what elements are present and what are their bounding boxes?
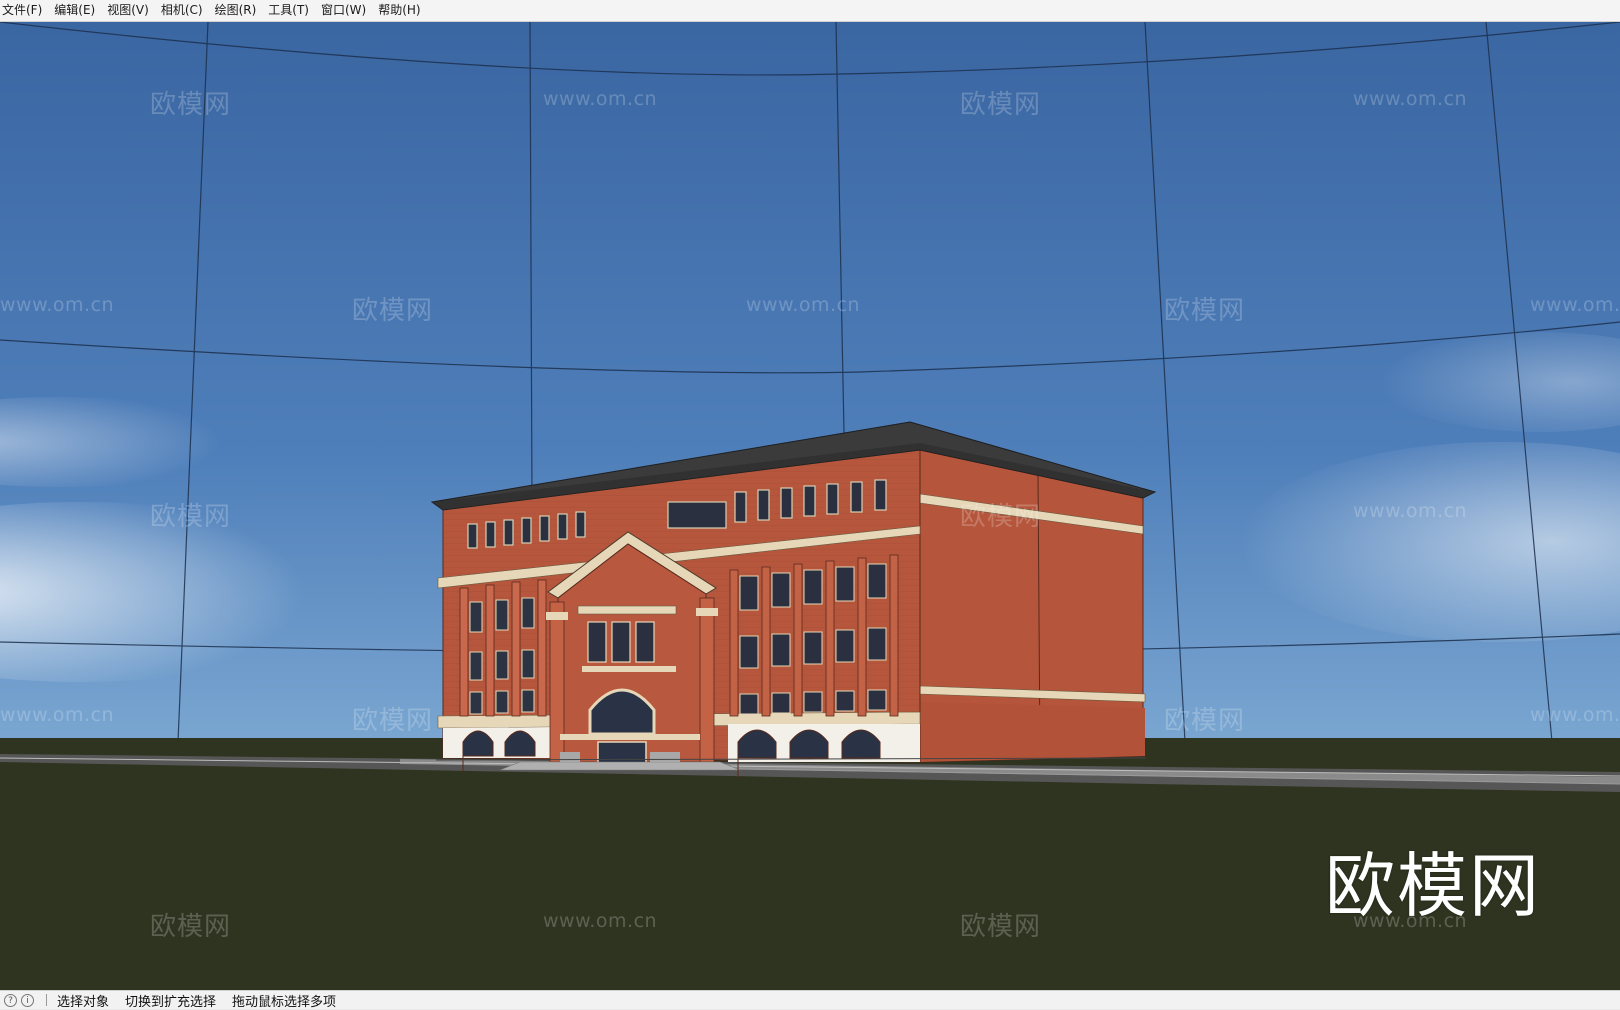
status-hint-drag: 拖动鼠标选择多项 bbox=[232, 994, 337, 1010]
status-bar: ? i 选择对象 切换到扩充选择 拖动鼠标选择多项 bbox=[0, 990, 1620, 1010]
entrance-steps bbox=[499, 761, 741, 771]
menu-edit[interactable]: 编辑(E) bbox=[48, 0, 101, 21]
menu-file[interactable]: 文件(F) bbox=[0, 0, 48, 21]
menu-draw[interactable]: 绘图(R) bbox=[209, 0, 263, 21]
menu-camera[interactable]: 相机(C) bbox=[155, 0, 209, 21]
left-windows bbox=[469, 597, 535, 715]
entrance-door bbox=[597, 741, 647, 765]
status-divider bbox=[46, 994, 47, 1006]
brand-logo: 欧模网 bbox=[1325, 845, 1541, 927]
menu-help[interactable]: 帮助(H) bbox=[372, 0, 426, 21]
menu-window[interactable]: 窗口(W) bbox=[315, 0, 372, 21]
menu-view[interactable]: 视图(V) bbox=[101, 0, 155, 21]
info-icon[interactable]: i bbox=[21, 993, 34, 1007]
status-hint-toggle: 切换到扩充选择 bbox=[125, 994, 217, 1010]
base-left bbox=[443, 727, 560, 758]
geo-location-icon[interactable]: ? bbox=[4, 993, 17, 1007]
menu-tools[interactable]: 工具(T) bbox=[262, 0, 315, 21]
model-viewport[interactable]: 欧模网 www.om.cn 欧模网 www.om.cn www.om.cn 欧模… bbox=[0, 22, 1620, 990]
menu-bar: 文件(F) 编辑(E) 视图(V) 相机(C) 绘图(R) 工具(T) 窗口(W… bbox=[0, 0, 1620, 22]
status-hint-select: 选择对象 bbox=[57, 994, 110, 1010]
central-windows bbox=[587, 621, 655, 663]
